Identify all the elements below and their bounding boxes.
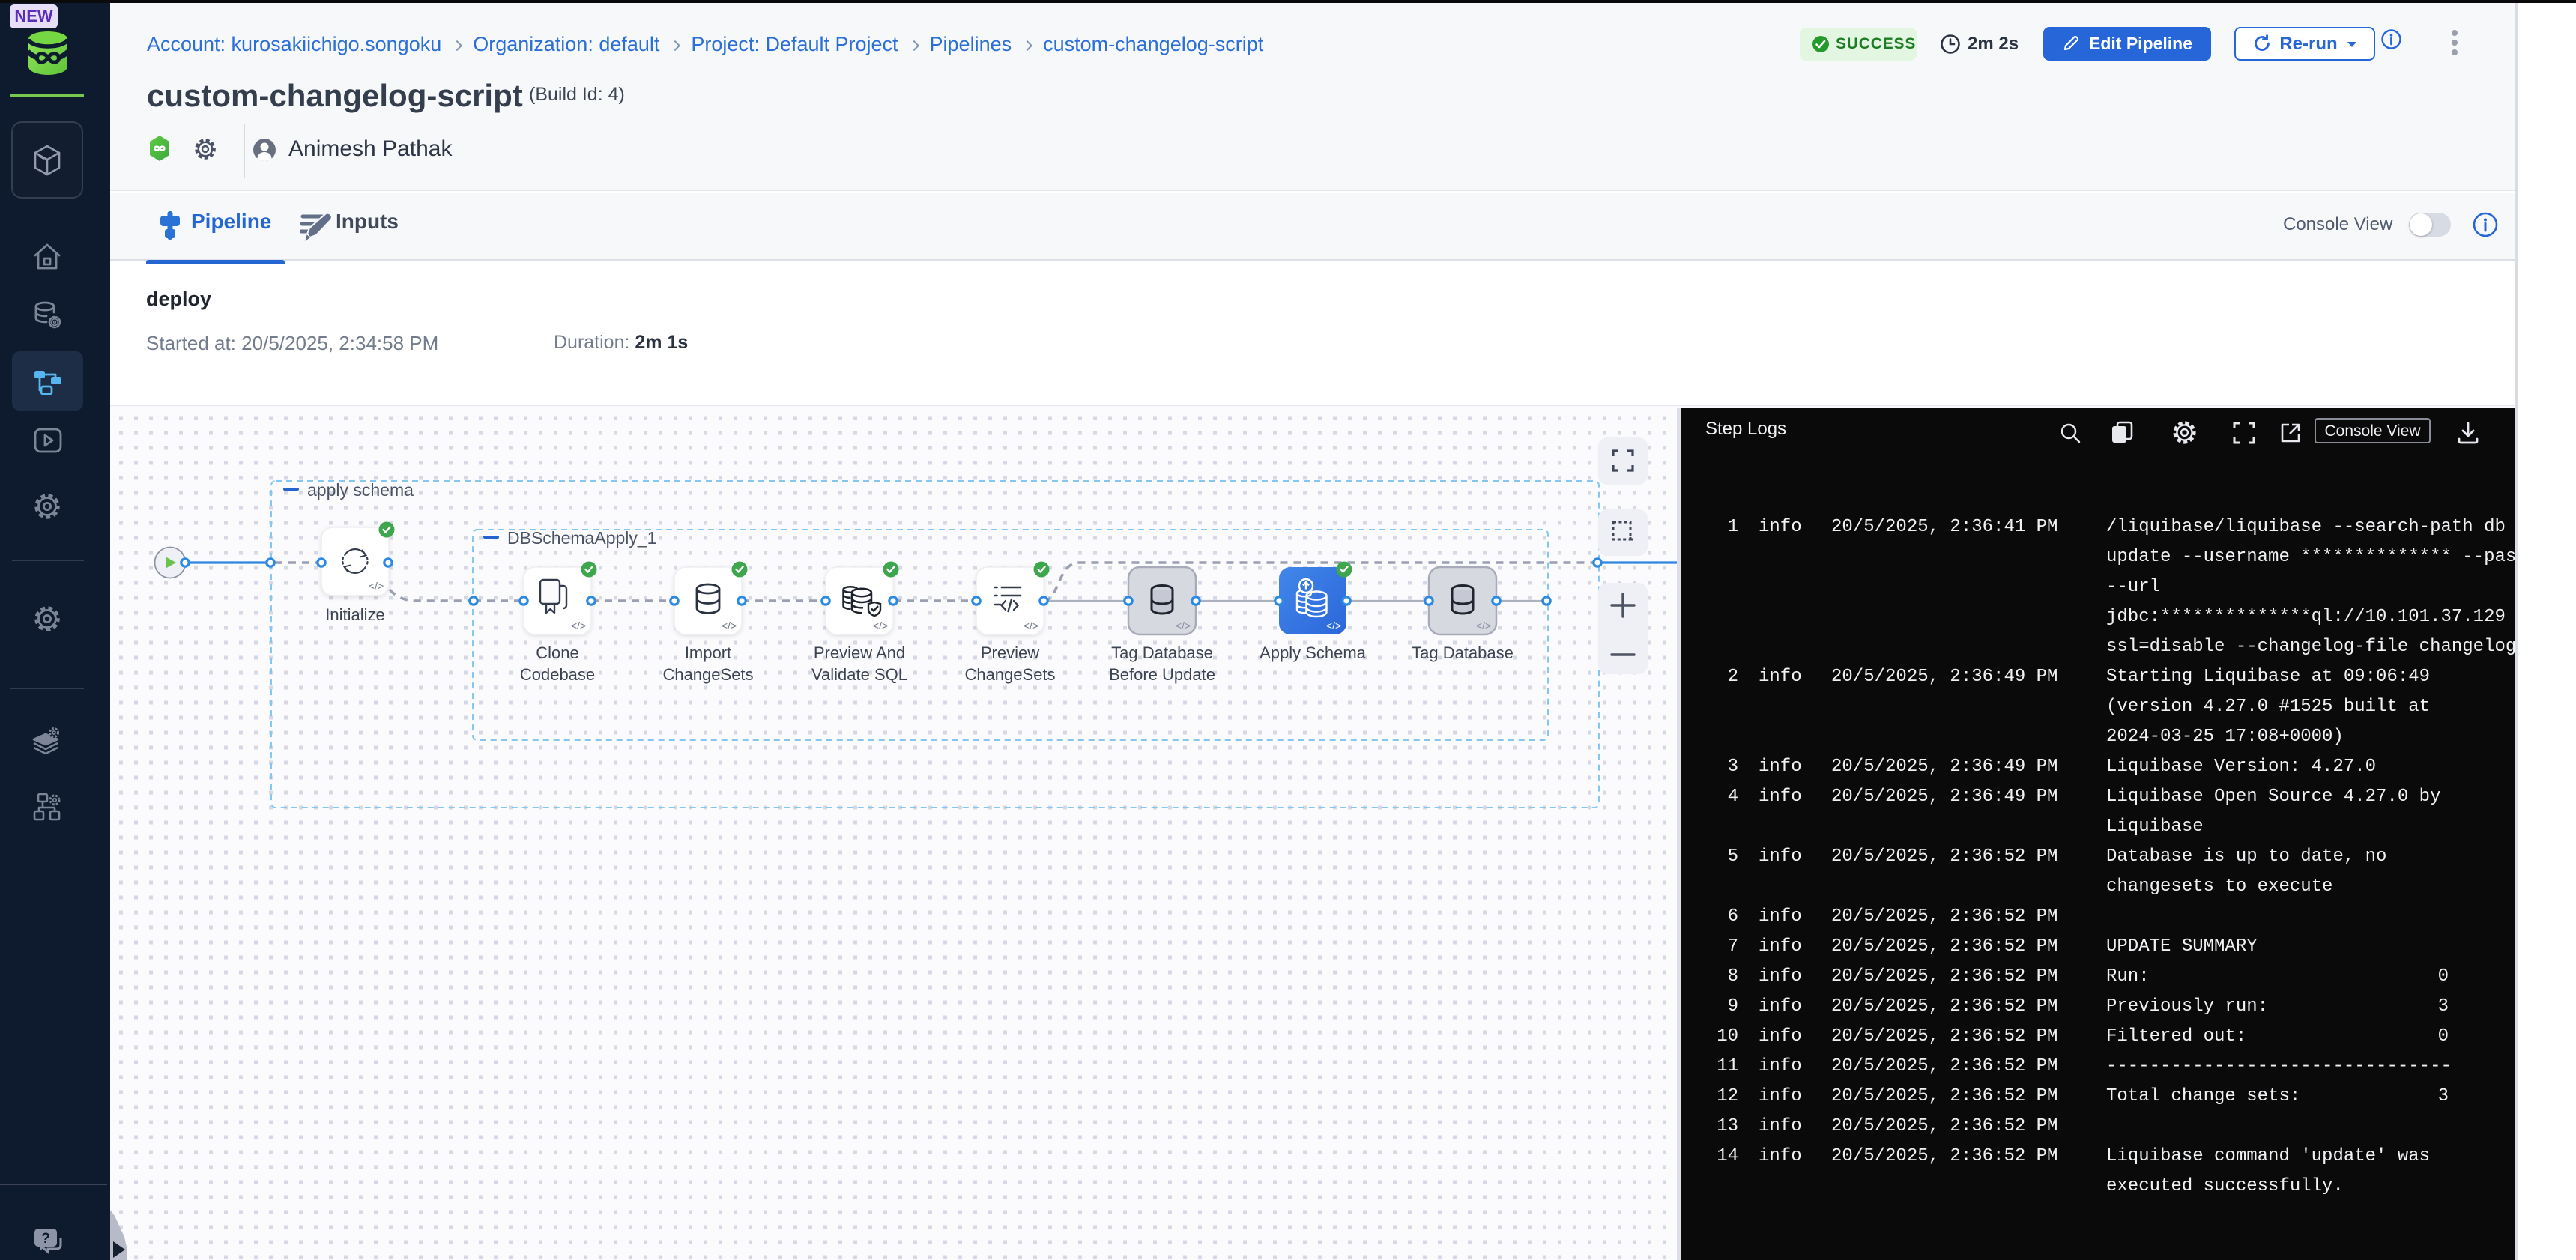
svg-text:</>: </> <box>873 620 888 631</box>
svg-text:</>: </> <box>722 620 737 631</box>
svg-text:</>: </> <box>1176 620 1191 631</box>
svg-text:</>: </> <box>1024 620 1038 631</box>
svg-text:</>: </> <box>369 580 384 592</box>
svg-text:?: ? <box>41 1231 50 1247</box>
svg-text:</>: </> <box>1326 620 1341 631</box>
svg-text:</>: </> <box>571 620 586 631</box>
svg-text:</>: </> <box>1476 620 1491 631</box>
